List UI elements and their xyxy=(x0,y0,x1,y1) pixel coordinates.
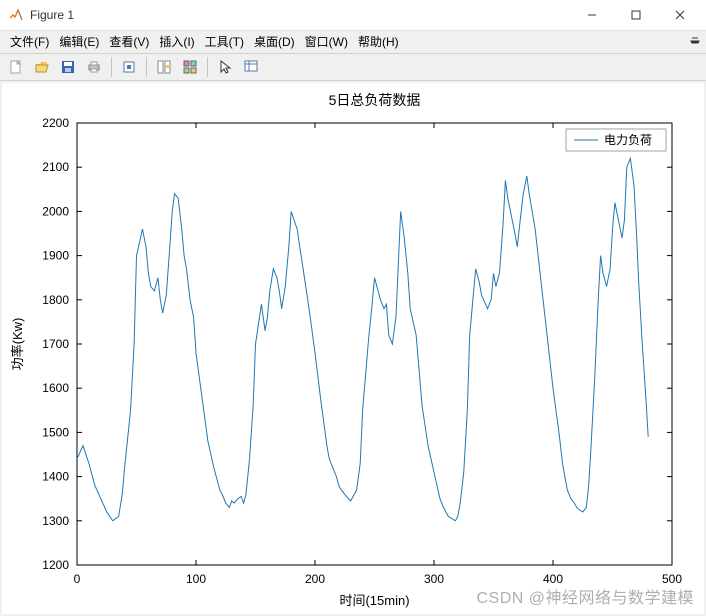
x-tick-label: 300 xyxy=(424,572,444,586)
new-figure-button[interactable] xyxy=(4,55,28,79)
x-tick-label: 0 xyxy=(74,572,81,586)
open-button[interactable] xyxy=(30,55,54,79)
y-tick-label: 1700 xyxy=(42,337,69,351)
x-tick-label: 400 xyxy=(543,572,563,586)
data-cursor-button[interactable] xyxy=(239,55,263,79)
link-axes-button[interactable] xyxy=(152,55,176,79)
menu-window[interactable]: 窗口(W) xyxy=(301,32,352,51)
chart-title: 5日总负荷数据 xyxy=(329,92,421,108)
menu-insert[interactable]: 插入(I) xyxy=(155,32,198,51)
figure-window: Figure 1 文件(F) 编辑(E) 查看(V) 插入(I) 工具(T) 桌… xyxy=(0,0,706,616)
y-tick-label: 1500 xyxy=(42,425,69,439)
toolbar-sep xyxy=(146,57,147,77)
x-tick-label: 500 xyxy=(662,572,682,586)
legend-label: 电力负荷 xyxy=(604,133,652,147)
minimize-button[interactable] xyxy=(570,0,614,30)
x-tick-label: 100 xyxy=(186,572,206,586)
toolbar-sep xyxy=(111,57,112,77)
menubar-dropdown-icon[interactable] xyxy=(690,35,700,45)
y-tick-label: 1600 xyxy=(42,381,69,395)
window-title: Figure 1 xyxy=(30,8,74,22)
close-button[interactable] xyxy=(658,0,702,30)
titlebar: Figure 1 xyxy=(0,0,706,31)
x-tick-label: 200 xyxy=(305,572,325,586)
menu-file[interactable]: 文件(F) xyxy=(6,32,53,51)
menu-help[interactable]: 帮助(H) xyxy=(354,32,403,51)
save-button[interactable] xyxy=(56,55,80,79)
y-tick-label: 1800 xyxy=(42,293,69,307)
chart-canvas: 5日总负荷数据 1200 1300 1400 1500 1600 1700 1800 1900 2… xyxy=(2,83,702,614)
copy-figure-button[interactable] xyxy=(117,55,141,79)
y-tick-label: 2000 xyxy=(42,204,69,218)
maximize-button[interactable] xyxy=(614,0,658,30)
menu-view[interactable]: 查看(V) xyxy=(105,32,153,51)
y-tick-label: 2100 xyxy=(42,160,69,174)
menu-edit[interactable]: 编辑(E) xyxy=(55,32,103,51)
y-tick-label: 1400 xyxy=(42,470,69,484)
menu-tools[interactable]: 工具(T) xyxy=(201,32,248,51)
x-axis-label: 时间(15min) xyxy=(339,593,409,608)
print-button[interactable] xyxy=(82,55,106,79)
toolbar-sep xyxy=(207,57,208,77)
pointer-button[interactable] xyxy=(213,55,237,79)
y-tick-label: 2200 xyxy=(42,116,69,130)
axes-box xyxy=(77,123,672,565)
matlab-logo-icon xyxy=(8,7,24,23)
y-axis-label: 功率(Kw) xyxy=(10,318,25,371)
menu-desktop[interactable]: 桌面(D) xyxy=(250,32,299,51)
menubar: 文件(F) 编辑(E) 查看(V) 插入(I) 工具(T) 桌面(D) 窗口(W… xyxy=(0,31,706,53)
y-tick-label: 1900 xyxy=(42,249,69,263)
figure-area: 5日总负荷数据 1200 1300 1400 1500 1600 1700 1800 1900 2… xyxy=(2,83,704,614)
tile-button[interactable] xyxy=(178,55,202,79)
y-tick-label: 1300 xyxy=(42,514,69,528)
toolbar xyxy=(0,53,706,81)
y-tick-label: 1200 xyxy=(42,558,69,572)
